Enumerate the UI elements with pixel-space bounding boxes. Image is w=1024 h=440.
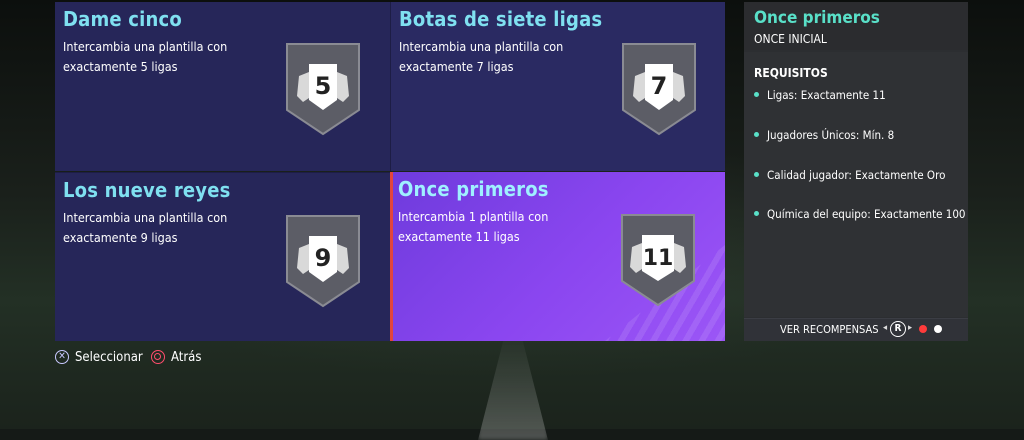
selection-accent [390,172,393,341]
shield-badge-icon: 9 [286,215,360,308]
panel-footer: VER RECOMPENSAS ◂ R ▸ [744,318,968,341]
requirement-text: Química del equipo: Exactamente 100 [767,207,966,221]
view-rewards-button[interactable]: VER RECOMPENSAS [780,323,879,336]
tile-title: Dame cinco [63,7,182,31]
shield-badge-icon: 5 [286,43,360,136]
back-prompt[interactable]: Atrás [151,349,202,365]
bullet-dot-icon [754,211,759,216]
challenge-tile-dame-cinco[interactable]: Dame cinco Intercambia una plantilla con… [55,2,390,171]
tile-description: Intercambia una plantilla con exactament… [63,37,263,77]
tile-title: Botas de siete ligas [399,7,603,31]
tile-description-line: Intercambia una plantilla con [63,39,228,54]
challenge-tile-botas-de-siete-ligas[interactable]: Botas de siete ligas Intercambia una pla… [390,2,725,171]
arrow-left-icon: ◂ [883,323,888,333]
requirement-item: Química del equipo: Exactamente 100 [754,207,966,221]
requirements-title: REQUISITOS [754,66,828,80]
circle-button-icon [151,349,165,364]
badge-number: 5 [315,72,332,100]
tile-description: Intercambia una plantilla con exactament… [399,37,599,77]
bullet-dot-icon [754,92,759,97]
panel-subtitle: ONCE INICIAL [754,32,827,46]
badge-number: 11 [643,246,674,271]
tile-description: Intercambia una plantilla con exactament… [63,208,263,248]
select-label: Seleccionar [75,350,143,365]
tile-description: Intercambia 1 plantilla con exactamente … [398,207,598,247]
challenge-tile-los-nueve-reyes[interactable]: Los nueve reyes Intercambia una plantill… [55,172,390,341]
tile-description-line: Intercambia una plantilla con [399,39,564,54]
tile-title: Los nueve reyes [63,178,231,202]
page-dot-active[interactable] [919,325,927,333]
requirement-text: Ligas: Exactamente 11 [767,88,886,102]
tile-description-line: exactamente 9 ligas [63,230,178,245]
panel-header: Once primeros ONCE INICIAL [744,2,968,50]
badge-number: 9 [315,244,332,272]
requirement-item: Calidad jugador: Exactamente Oro [754,168,945,182]
challenge-grid: Dame cinco Intercambia una plantilla con… [55,2,725,341]
back-label: Atrás [171,350,202,365]
requirement-item: Jugadores Únicos: Mín. 8 [754,128,894,142]
arrow-right-icon: ▸ [908,323,913,333]
tile-description-line: Intercambia una plantilla con [63,210,228,225]
page-dot-inactive[interactable] [934,325,942,333]
select-prompt[interactable]: ✕ Seleccionar [55,349,143,365]
tile-title: Once primeros [398,177,549,201]
tile-description-line: exactamente 11 ligas [398,229,520,244]
requirement-text: Calidad jugador: Exactamente Oro [767,168,946,182]
bullet-dot-icon [754,132,759,137]
challenge-tile-once-primeros[interactable]: Once primeros Intercambia 1 plantilla co… [390,172,725,341]
panel-title: Once primeros [754,8,880,28]
requirements-panel: Once primeros ONCE INICIAL REQUISITOS Li… [744,2,968,341]
shield-badge-icon: 7 [622,43,696,136]
cross-button-icon: ✕ [55,349,69,364]
requirement-item: Ligas: Exactamente 11 [754,88,886,102]
shield-badge-icon: 11 [621,214,695,307]
tile-description-line: Intercambia 1 plantilla con [398,209,549,224]
tile-description-line: exactamente 5 ligas [63,59,178,74]
panel-body: REQUISITOS Ligas: Exactamente 11 Jugador… [744,52,968,317]
badge-number: 7 [651,72,668,100]
bullet-dot-icon [754,172,759,177]
r-stick-icon[interactable]: R [890,321,906,337]
tile-description-line: exactamente 7 ligas [399,59,514,74]
requirement-text: Jugadores Únicos: Mín. 8 [767,128,895,142]
